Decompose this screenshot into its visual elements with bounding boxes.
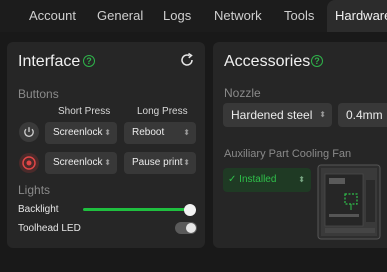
tab-logs[interactable]: Logs	[163, 0, 191, 32]
help-icon[interactable]: ?	[83, 55, 95, 67]
tab-general[interactable]: General	[97, 0, 143, 32]
backlight-slider-track[interactable]	[83, 208, 191, 211]
refresh-icon[interactable]	[178, 51, 196, 69]
toolhead-led-label: Toolhead LED	[18, 223, 81, 234]
lights-heading: Lights	[18, 183, 51, 197]
chevron-up-down-icon: ⬍	[183, 128, 190, 137]
help-icon[interactable]: ?	[311, 55, 323, 67]
short-press-select-2[interactable]: Screenlock ⬍	[45, 152, 117, 174]
chevron-up-down-icon: ⬍	[104, 158, 111, 167]
chevron-up-down-icon: ⬍	[104, 128, 111, 137]
power-icon	[24, 127, 34, 137]
tab-hardware[interactable]: Hardware	[327, 0, 387, 32]
nozzle-material-value: Hardened steel	[231, 108, 313, 122]
tab-account[interactable]: Account	[29, 0, 76, 32]
backlight-slider-thumb[interactable]	[184, 204, 196, 216]
short-press-value-2: Screenlock	[53, 157, 103, 168]
short-press-value-1: Screenlock	[53, 127, 103, 138]
accessories-title: Accessories	[224, 53, 311, 70]
backlight-label: Backlight	[18, 204, 59, 215]
chevron-up-down-icon: ⬍	[319, 110, 326, 119]
tab-tools[interactable]: Tools	[284, 0, 314, 32]
tab-network[interactable]: Network	[214, 0, 262, 32]
power-button-icon	[19, 122, 39, 142]
nozzle-heading: Nozzle	[224, 86, 261, 100]
nozzle-size-select[interactable]: 0.4mm	[338, 103, 387, 127]
long-press-value-1: Reboot	[132, 127, 165, 138]
fan-heading: Auxiliary Part Cooling Fan	[224, 148, 352, 160]
stop-icon	[22, 156, 36, 170]
accessories-panel: Accessories ? Nozzle Hardened steel ⬍ 0.…	[213, 42, 387, 248]
printer-image	[317, 164, 381, 240]
chevron-up-down-icon: ⬍	[183, 158, 190, 167]
check-icon: ✓	[228, 174, 237, 185]
stop-button-icon	[19, 153, 39, 173]
long-press-value-2: Pause print	[132, 157, 183, 168]
tab-bar: Account General Logs Network Tools Hardw…	[0, 0, 387, 32]
interface-panel: Interface ? Buttons Short Press Long Pre…	[7, 42, 205, 248]
long-press-header: Long Press	[137, 106, 188, 117]
toolhead-led-toggle[interactable]	[175, 222, 197, 234]
fan-status-value: Installed	[239, 174, 277, 185]
interface-title: Interface	[18, 53, 81, 70]
chevron-up-down-icon: ⬍	[298, 175, 305, 184]
fan-status-select[interactable]: ✓ Installed ⬍	[223, 168, 311, 192]
short-press-select-1[interactable]: Screenlock ⬍	[45, 122, 117, 144]
short-press-header: Short Press	[58, 106, 111, 117]
long-press-select-2[interactable]: Pause print ⬍	[124, 152, 196, 174]
long-press-select-1[interactable]: Reboot ⬍	[124, 122, 196, 144]
buttons-heading: Buttons	[18, 87, 59, 101]
nozzle-material-select[interactable]: Hardened steel ⬍	[223, 103, 332, 127]
nozzle-size-value: 0.4mm	[346, 108, 383, 122]
toggle-knob	[186, 223, 196, 233]
